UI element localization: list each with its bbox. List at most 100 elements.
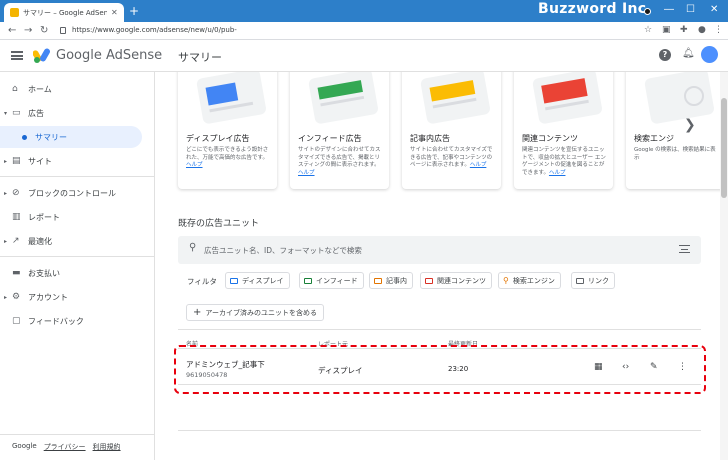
help-link[interactable]: ヘルプ <box>298 170 315 176</box>
menu-dots-icon[interactable]: ⋮ <box>714 25 723 36</box>
sidebar-item-label: ブロックのコントロール <box>28 188 116 198</box>
chip-label: インフィード <box>316 276 358 285</box>
reload-icon[interactable]: ↻ <box>40 24 48 38</box>
search-format-icon: ⚲ <box>503 276 509 285</box>
ad-type-card-matched-content[interactable]: 関連コンテンツ 関連コンテンツを宣伝するユニットで、収益の拡大とユーザー エンゲ… <box>514 72 613 189</box>
collapse-arrow-icon[interactable]: ▸ <box>4 158 7 165</box>
filter-chip-matched-content[interactable]: 関連コンテンツ <box>420 272 492 289</box>
sidebar-item-payments[interactable]: ▬ お支払い <box>0 262 155 284</box>
collapse-arrow-icon[interactable]: ▸ <box>4 294 7 301</box>
page-title: サマリー <box>178 51 222 64</box>
profile-icon[interactable]: ● <box>698 25 706 36</box>
lock-icon <box>60 27 66 34</box>
back-icon[interactable]: ← <box>8 24 16 38</box>
browser-tab-strip: サマリー – Google AdSense ✕ + Buzzword Inc. … <box>0 0 728 22</box>
display-ad-illustration-icon <box>196 72 266 124</box>
include-archived-button[interactable]: + アーカイブ済みのユニットを含める <box>186 304 324 321</box>
sidebar-item-label: 最適化 <box>28 236 52 246</box>
card-title: 関連コンテンツ <box>522 134 578 143</box>
product-name: Google AdSense <box>56 48 163 63</box>
infeed-format-icon <box>304 277 312 284</box>
main-content: 推奨 i ディスプレイ広告 どこにでも表示できるよう設計された、万能で高価的な広… <box>156 72 728 460</box>
sidebar-item-label: 広告 <box>28 108 44 118</box>
close-window-icon[interactable]: ✕ <box>710 4 718 16</box>
url-field[interactable]: https://www.google.com/adsense/new/u/0/p… <box>72 26 237 34</box>
bookmark-star-icon[interactable]: ☆ <box>644 25 652 36</box>
sidebar-item-optimize[interactable]: ▸ ↗ 最適化 <box>0 230 155 252</box>
brand-dot <box>644 8 651 15</box>
sidebar-item-feedback[interactable]: ▢ フィードバック <box>0 310 155 332</box>
maximize-icon[interactable]: ☐ <box>686 4 695 16</box>
sidebar-item-account[interactable]: ▸ ⚙ アカウント <box>0 286 155 308</box>
chip-label: リンク <box>588 276 609 285</box>
archive-label: アーカイブ済みのユニットを含める <box>205 308 317 317</box>
browser-tab[interactable]: サマリー – Google AdSense ✕ <box>4 3 124 22</box>
sidebar-item-block-controls[interactable]: ▸ ⊘ ブロックのコントロール <box>0 182 155 204</box>
plus-icon: + <box>193 307 202 318</box>
filter-chip-infeed[interactable]: インフィード <box>299 272 364 289</box>
ad-unit-search-input[interactable]: ⚲ 広告ユニット名、ID、フォーマットなどで検索 <box>178 236 701 264</box>
search-placeholder: 広告ユニット名、ID、フォーマットなどで検索 <box>204 246 362 255</box>
new-tab-icon[interactable]: + <box>129 4 139 18</box>
avatar[interactable] <box>701 46 718 63</box>
sidebar-divider <box>0 176 155 177</box>
privacy-link[interactable]: プライバシー <box>44 442 86 452</box>
section-title: 既存の広告ユニット <box>178 219 260 229</box>
infeed-ad-illustration-icon <box>308 72 378 124</box>
ad-type-card-in-article[interactable]: 記事内広告 サイトに合わせてカスタマイズできる広告で、記事やコンテンツのページに… <box>402 72 501 189</box>
sidebar-item-label: お支払い <box>28 268 60 278</box>
puzzle-icon[interactable]: ✚ <box>680 25 688 36</box>
card-title: 検索エンジ <box>634 134 674 143</box>
help-link[interactable]: ヘルプ <box>470 162 487 168</box>
card-description: サイトに合わせてカスタマイズできる広告で、記事やコンテンツのページに表示されます… <box>410 147 493 168</box>
block-icon: ⊘ <box>12 188 20 198</box>
ad-type-card-search[interactable]: 検索エンジ Google の検索は、検索結果に表示 <box>626 72 725 189</box>
scrollbar-thumb[interactable] <box>721 98 727 198</box>
sidebar: ⌂ ホーム ▾ ▭ 広告 サマリー ▸ ▤ サイト ▸ ⊘ ブロックのコントロー… <box>0 72 155 460</box>
sidebar-item-ads[interactable]: ▾ ▭ 広告 <box>0 102 155 124</box>
sidebar-item-label: レポート <box>28 212 60 222</box>
filter-chip-link[interactable]: リンク <box>571 272 615 289</box>
sidebar-footer: Google プライバシー 利用規約 <box>12 442 121 452</box>
help-link[interactable]: ヘルプ <box>186 162 203 168</box>
forward-icon[interactable]: → <box>24 24 32 38</box>
terms-link[interactable]: 利用規約 <box>93 442 121 452</box>
close-tab-icon[interactable]: ✕ <box>111 8 118 17</box>
notifications-bell-icon[interactable]: 🔔︎ <box>682 48 695 59</box>
filter-label: フィルタ <box>187 277 217 286</box>
hamburger-menu-icon[interactable] <box>11 51 23 60</box>
card-description: 関連コンテンツを宣伝するユニットで、収益の拡大とユーザー エンゲージメントの促進… <box>522 147 606 176</box>
table-divider <box>178 329 701 330</box>
sidebar-item-sites[interactable]: ▸ ▤ サイト <box>0 150 155 172</box>
home-icon: ⌂ <box>12 84 18 94</box>
minimize-icon[interactable]: ― <box>664 4 674 16</box>
matched-content-illustration-icon <box>532 72 602 124</box>
carousel-next-chevron-icon[interactable]: ❯ <box>684 117 696 133</box>
sidebar-divider <box>0 256 155 257</box>
card-description: サイトのデザインに合わせてカスタマイズできる広告で、掲載とリスティングの間に表示… <box>298 147 381 176</box>
in-article-format-icon <box>374 277 382 284</box>
help-link[interactable]: ヘルプ <box>549 170 566 176</box>
filter-chip-display[interactable]: ディスプレイ <box>225 272 290 289</box>
sidebar-item-label: サマリー <box>35 132 67 142</box>
sidebar-item-reports[interactable]: ▥ レポート <box>0 206 155 228</box>
sidebar-item-summary[interactable]: サマリー <box>0 126 142 148</box>
card-title: 記事内広告 <box>410 134 450 143</box>
filter-list-icon[interactable] <box>679 245 690 253</box>
expand-arrow-icon[interactable]: ▾ <box>4 110 7 117</box>
sidebar-item-label: サイト <box>28 156 52 166</box>
sidebar-item-home[interactable]: ⌂ ホーム <box>0 78 155 100</box>
filter-chip-search-engine[interactable]: ⚲ 検索エンジン <box>498 272 561 289</box>
collapse-arrow-icon[interactable]: ▸ <box>4 238 7 245</box>
filter-chip-in-article[interactable]: 記事内 <box>369 272 413 289</box>
extension-icon[interactable]: ▣ <box>662 25 671 36</box>
collapse-arrow-icon[interactable]: ▸ <box>4 190 7 197</box>
ad-type-card-infeed[interactable]: インフィード広告 サイトのデザインに合わせてカスタマイズできる広告で、掲載とリス… <box>290 72 389 189</box>
search-icon: ⚲ <box>189 242 197 253</box>
ad-type-card-display[interactable]: 推奨 i ディスプレイ広告 どこにでも表示できるよう設計された、万能で高価的な広… <box>178 72 277 189</box>
matched-content-format-icon <box>425 277 433 284</box>
help-icon[interactable]: ? <box>659 49 671 61</box>
page-scrollbar[interactable] <box>720 72 728 460</box>
chip-label: 記事内 <box>386 276 407 285</box>
card-title: インフィード広告 <box>298 134 362 143</box>
